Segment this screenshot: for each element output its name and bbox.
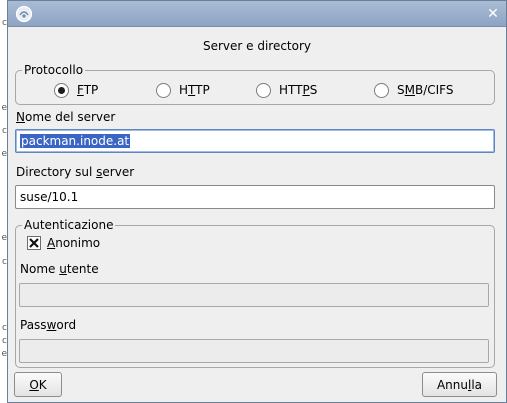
username-label: Nome utente (20, 262, 99, 276)
radio-ftp[interactable]: FTP (54, 82, 98, 98)
background-text-fragment: c (2, 126, 7, 136)
password-label: Password (20, 318, 77, 332)
radio-label: HTTPS (279, 83, 318, 97)
background-text-fragment: c (2, 18, 7, 28)
background-text-fragment: e (1, 233, 7, 243)
dialog-window: ✕ Server e directory Protocollo FTP HTTP… (7, 0, 507, 403)
radio-https[interactable]: HTTPS (256, 82, 317, 98)
title-bar[interactable]: ✕ (8, 1, 506, 27)
protocol-group: Protocollo FTP HTTP HTTPS SMB/CIFS (15, 63, 495, 105)
background-window-edge: c e c e e c c c e (0, 0, 7, 403)
checkmark-icon (29, 238, 39, 248)
background-text-fragment: c (2, 323, 7, 333)
checkbox-indicator[interactable] (27, 236, 41, 250)
radio-label: FTP (77, 83, 99, 97)
username-input[interactable] (19, 283, 489, 307)
radio-indicator[interactable] (256, 82, 271, 98)
directory-value: suse/10.1 (20, 190, 79, 204)
cancel-button[interactable]: Annu l la (422, 372, 497, 397)
directory-label: Directory sul server (16, 165, 135, 179)
server-name-label: Nome del server (16, 110, 116, 124)
app-menu-icon[interactable] (15, 5, 33, 23)
radio-http[interactable]: HTTP (156, 82, 210, 98)
dialog-heading: Server e directory (202, 39, 312, 53)
background-text-fragment: c (2, 336, 7, 346)
directory-input[interactable]: suse/10.1 (15, 185, 495, 209)
anonymous-checkbox[interactable]: Anonimo (27, 236, 100, 250)
server-name-input[interactable]: packman.inode.at (15, 129, 495, 153)
radio-smb-cifs[interactable]: SMB/CIFS (374, 82, 454, 98)
authentication-group: Autenticazione Anonimo Nome utente Passw… (15, 218, 495, 368)
radio-indicator[interactable] (54, 82, 69, 98)
radio-indicator[interactable] (156, 82, 171, 98)
password-input[interactable] (19, 339, 489, 363)
close-icon[interactable]: ✕ (484, 5, 502, 23)
server-name-value: packman.inode.at (20, 134, 131, 148)
radio-indicator[interactable] (374, 82, 389, 98)
anonymous-label: Anonimo (47, 236, 101, 250)
background-text-fragment: c (2, 257, 7, 267)
background-text-fragment: e (1, 103, 7, 113)
background-text-fragment: e (1, 349, 7, 359)
radio-label: SMB/CIFS (397, 83, 454, 97)
ok-button[interactable]: OK (14, 372, 62, 397)
radio-label: HTTP (179, 83, 210, 97)
protocol-legend: Protocollo (22, 63, 86, 77)
authentication-legend: Autenticazione (22, 218, 116, 232)
background-text-fragment: e (1, 149, 7, 159)
